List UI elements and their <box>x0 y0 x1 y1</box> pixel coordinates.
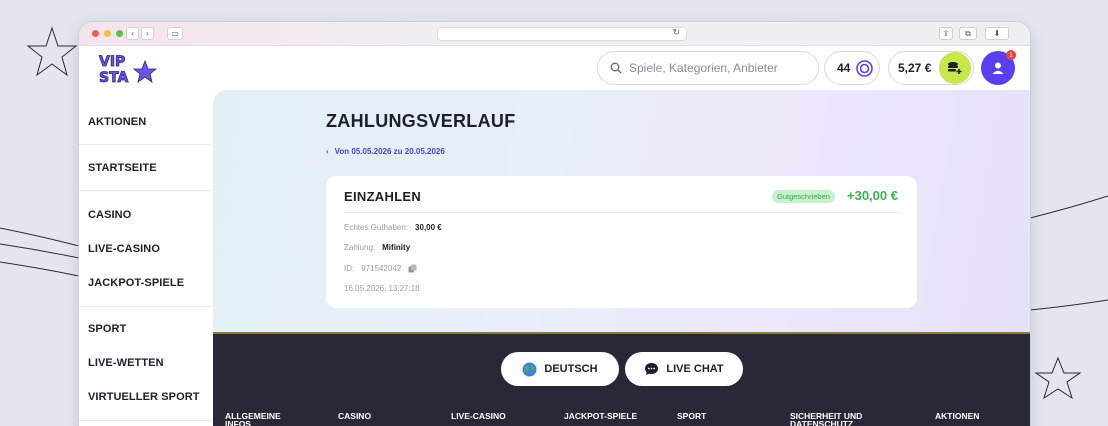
coins-plus-icon <box>948 62 962 74</box>
copy-icon[interactable] <box>408 264 417 273</box>
sidebar: AKTIONEN STARTSEITE CASINO LIVE-CASINO J… <box>79 90 211 426</box>
sidebar-item-jackpot-spiele[interactable]: JACKPOT-SPIELE <box>88 277 184 289</box>
transaction-amount: +30,00 € <box>847 188 898 203</box>
sidebar-item-live-casino[interactable]: LIVE-CASINO <box>88 243 160 255</box>
address-bar[interactable]: ↻ <box>437 27 687 41</box>
site-footer: DEUTSCH LIVE CHAT ALLGEMEINE INFOS CASIN… <box>213 332 1030 426</box>
chevron-left-icon[interactable]: ‹ <box>326 147 329 156</box>
site-header: VIP STA Spiele, Kategorien, Anbieter 44 … <box>79 46 1030 90</box>
id-label: ID: <box>344 264 355 273</box>
date-range-label: Von 05.05.2026 zu 20.05.2026 <box>334 147 445 156</box>
balance-amount: 30,00 € <box>415 223 442 232</box>
balance-row: Echtes Guthaben: 30,00 € <box>344 223 442 232</box>
balance-value: 5,27 € <box>898 61 932 75</box>
footer-col-live-casino[interactable]: LIVE-CASINO <box>451 412 506 421</box>
live-chat-button[interactable]: LIVE CHAT <box>625 352 743 386</box>
balance-label: Echtes Guthaben: <box>344 223 409 232</box>
window-controls <box>92 30 123 37</box>
footer-col-sicherheit[interactable]: SICHERHEIT UND DATENSCHUTZ <box>790 412 890 426</box>
search-input[interactable]: Spiele, Kategorien, Anbieter <box>597 51 819 85</box>
download-icon[interactable]: ⬇ <box>985 27 1009 40</box>
footer-col-aktionen[interactable]: AKTIONEN <box>935 412 979 421</box>
minimize-icon[interactable] <box>104 30 111 37</box>
sidebar-item-aktionen[interactable]: AKTIONEN <box>88 116 146 128</box>
balance-display[interactable]: 5,27 € <box>888 51 974 85</box>
forward-icon[interactable]: › <box>141 27 154 40</box>
sidebar-divider <box>79 420 211 421</box>
sidebar-item-virtueller-sport[interactable]: VIRTUELLER SPORT <box>88 391 200 403</box>
user-icon <box>992 62 1004 74</box>
coins-count: 44 <box>837 61 851 75</box>
page-title: ZAHLUNGSVERLAUF <box>326 111 516 131</box>
globe-icon <box>522 362 537 376</box>
close-icon[interactable] <box>92 30 99 37</box>
language-button[interactable]: DEUTSCH <box>501 352 619 386</box>
payment-history-panel: ZAHLUNGSVERLAUF ‹ Von 05.05.2026 zu 20.0… <box>213 90 1030 332</box>
card-divider <box>344 212 899 213</box>
browser-window: ‹ › ▭ ↻ ⇪ ⧉ ⬇ VIP STA Spiele, Kategorien… <box>79 22 1030 426</box>
vipsta-logo[interactable]: VIP STA <box>97 51 157 85</box>
share-icon[interactable]: ⇪ <box>939 27 953 40</box>
footer-col-sport[interactable]: SPORT <box>677 412 706 421</box>
coins-badge[interactable]: 44 <box>824 51 880 85</box>
tabs-icon[interactable]: ⧉ <box>959 27 977 40</box>
date-range-filter[interactable]: ‹ Von 05.05.2026 zu 20.05.2026 <box>326 147 445 156</box>
browser-titlebar: ‹ › ▭ ↻ ⇪ ⧉ ⬇ <box>79 22 1030 46</box>
sidebar-item-sport[interactable]: SPORT <box>88 323 126 335</box>
sidebar-item-live-wetten[interactable]: LIVE-WETTEN <box>88 357 164 369</box>
sidebar-item-casino[interactable]: CASINO <box>88 209 131 221</box>
payment-row: Zahlung: Mifinity <box>344 243 410 252</box>
sidebar-toggle-icon[interactable]: ▭ <box>167 27 183 40</box>
footer-col-casino[interactable]: CASINO <box>338 412 371 421</box>
transaction-card: EINZAHLEN Gutgeschrieben +30,00 € Echtes… <box>326 176 917 308</box>
datetime-row: 16.05.2026, 13:27:18 <box>344 284 420 293</box>
status-badge: Gutgeschrieben <box>772 190 835 203</box>
sidebar-divider <box>79 190 211 191</box>
maximize-icon[interactable] <box>116 30 123 37</box>
svg-text:VIP: VIP <box>99 54 125 70</box>
notification-badge: 1 <box>1006 50 1016 60</box>
chat-icon <box>645 363 659 375</box>
footer-col-allgemeine-infos[interactable]: ALLGEMEINE INFOS <box>225 412 295 426</box>
search-placeholder: Spiele, Kategorien, Anbieter <box>629 61 778 75</box>
id-row: ID: 971542042 <box>344 264 417 273</box>
sidebar-item-startseite[interactable]: STARTSEITE <box>88 162 157 174</box>
transaction-id: 971542042 <box>361 264 402 273</box>
sidebar-divider <box>79 144 211 145</box>
search-icon <box>610 62 622 74</box>
footer-col-jackpot-spiele[interactable]: JACKPOT-SPIELE <box>564 412 637 421</box>
live-chat-label: LIVE CHAT <box>666 363 724 375</box>
deposit-button[interactable] <box>939 52 972 84</box>
coin-icon <box>856 59 874 77</box>
back-icon[interactable]: ‹ <box>126 27 139 40</box>
reload-icon[interactable]: ↻ <box>672 28 680 38</box>
svg-text:STA: STA <box>99 70 129 85</box>
payment-method: Mifinity <box>382 243 411 252</box>
profile-avatar[interactable]: 1 <box>981 50 1016 85</box>
payment-label: Zahlung: <box>344 243 376 252</box>
language-label: DEUTSCH <box>544 363 598 375</box>
transaction-datetime: 16.05.2026, 13:27:18 <box>344 284 420 293</box>
sidebar-divider <box>79 306 211 307</box>
transaction-type: EINZAHLEN <box>344 189 422 204</box>
